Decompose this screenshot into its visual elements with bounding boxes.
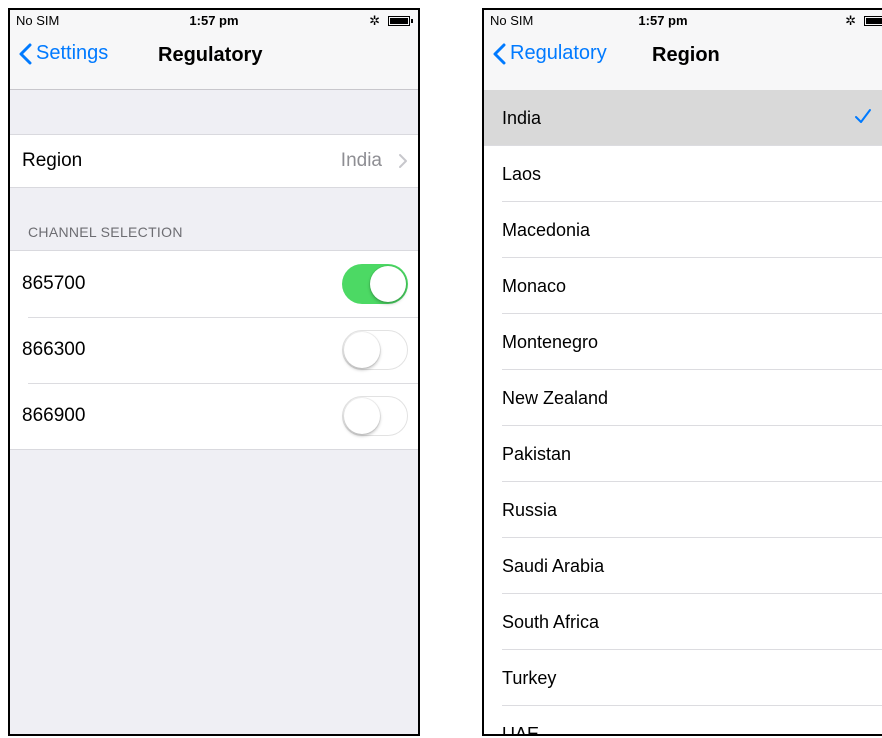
channel-label: 866900 xyxy=(22,405,86,426)
region-list: India Laos Macedonia Monaco Montenegro New Ze… xyxy=(484,90,882,736)
chevron-right-icon xyxy=(399,154,407,168)
clock: 1:57 pm xyxy=(189,13,239,28)
status-bar: No SIM 1:57 pm ✲ xyxy=(10,10,418,32)
channel-toggle[interactable] xyxy=(342,264,408,304)
back-button[interactable]: Regulatory xyxy=(492,42,607,65)
region-list-item[interactable]: UAE xyxy=(484,706,882,736)
back-button[interactable]: Settings xyxy=(18,42,108,65)
region-list-item[interactable]: South Africa xyxy=(484,594,882,650)
channel-row: 865700 xyxy=(10,251,418,317)
region-label: Region xyxy=(22,150,83,171)
channel-row: 866900 xyxy=(10,383,418,449)
page-title: Region xyxy=(652,44,720,66)
region-list-item[interactable]: Montenegro xyxy=(484,314,882,370)
region-name: South Africa xyxy=(502,611,600,632)
region-name: Montenegro xyxy=(502,331,599,352)
channel-selection-header: CHANNEL SELECTION xyxy=(28,224,183,240)
region-list-item[interactable]: New Zealand xyxy=(484,370,882,426)
region-name: India xyxy=(502,107,542,128)
region-name: Pakistan xyxy=(502,443,572,464)
region-name: New Zealand xyxy=(502,387,609,408)
region-list-item[interactable]: India xyxy=(484,90,882,146)
back-label: Regulatory xyxy=(510,42,607,64)
region-list-item[interactable]: Turkey xyxy=(484,650,882,706)
region-name: Saudi Arabia xyxy=(502,555,605,576)
region-name: Turkey xyxy=(502,667,557,688)
region-row[interactable]: Region India xyxy=(10,135,418,187)
channel-toggle[interactable] xyxy=(342,396,408,436)
region-list-item[interactable]: Laos xyxy=(484,146,882,202)
navigation-bar: Settings Regulatory xyxy=(10,32,418,90)
section-header: CHANNEL SELECTION xyxy=(10,188,418,250)
region-value: India xyxy=(340,150,382,171)
chevron-left-icon xyxy=(19,43,32,64)
status-bar: No SIM 1:57 pm ✲ xyxy=(484,10,882,32)
region-list-item[interactable]: Russia xyxy=(484,482,882,538)
regulatory-screen: No SIM 1:57 pm ✲ Settings Regulatory Reg… xyxy=(8,8,420,736)
navigation-bar: Regulatory Region xyxy=(484,32,882,90)
checkmark-icon xyxy=(855,109,871,123)
region-screen: No SIM 1:57 pm ✲ Regulatory Region India… xyxy=(482,8,882,736)
battery-icon xyxy=(864,16,882,26)
back-label: Settings xyxy=(36,42,109,64)
region-name: Monaco xyxy=(502,275,567,296)
bluetooth-icon: ✲ xyxy=(845,13,856,28)
region-name: Russia xyxy=(502,499,558,520)
region-list-item[interactable]: Pakistan xyxy=(484,426,882,482)
channel-row: 866300 xyxy=(10,317,418,383)
channel-toggle[interactable] xyxy=(342,330,408,370)
clock: 1:57 pm xyxy=(638,13,688,28)
region-list-item[interactable]: Macedonia xyxy=(484,202,882,258)
channel-label: 866300 xyxy=(22,339,86,360)
region-name: UAE xyxy=(502,723,540,736)
region-name: Laos xyxy=(502,163,542,184)
chevron-left-icon xyxy=(493,43,506,64)
channel-label: 865700 xyxy=(22,273,86,294)
bluetooth-icon: ✲ xyxy=(369,13,380,28)
battery-icon xyxy=(388,16,413,26)
page-title: Regulatory xyxy=(158,44,263,66)
region-name: Macedonia xyxy=(502,219,591,240)
region-list-item[interactable]: Monaco xyxy=(484,258,882,314)
region-list-item[interactable]: Saudi Arabia xyxy=(484,538,882,594)
